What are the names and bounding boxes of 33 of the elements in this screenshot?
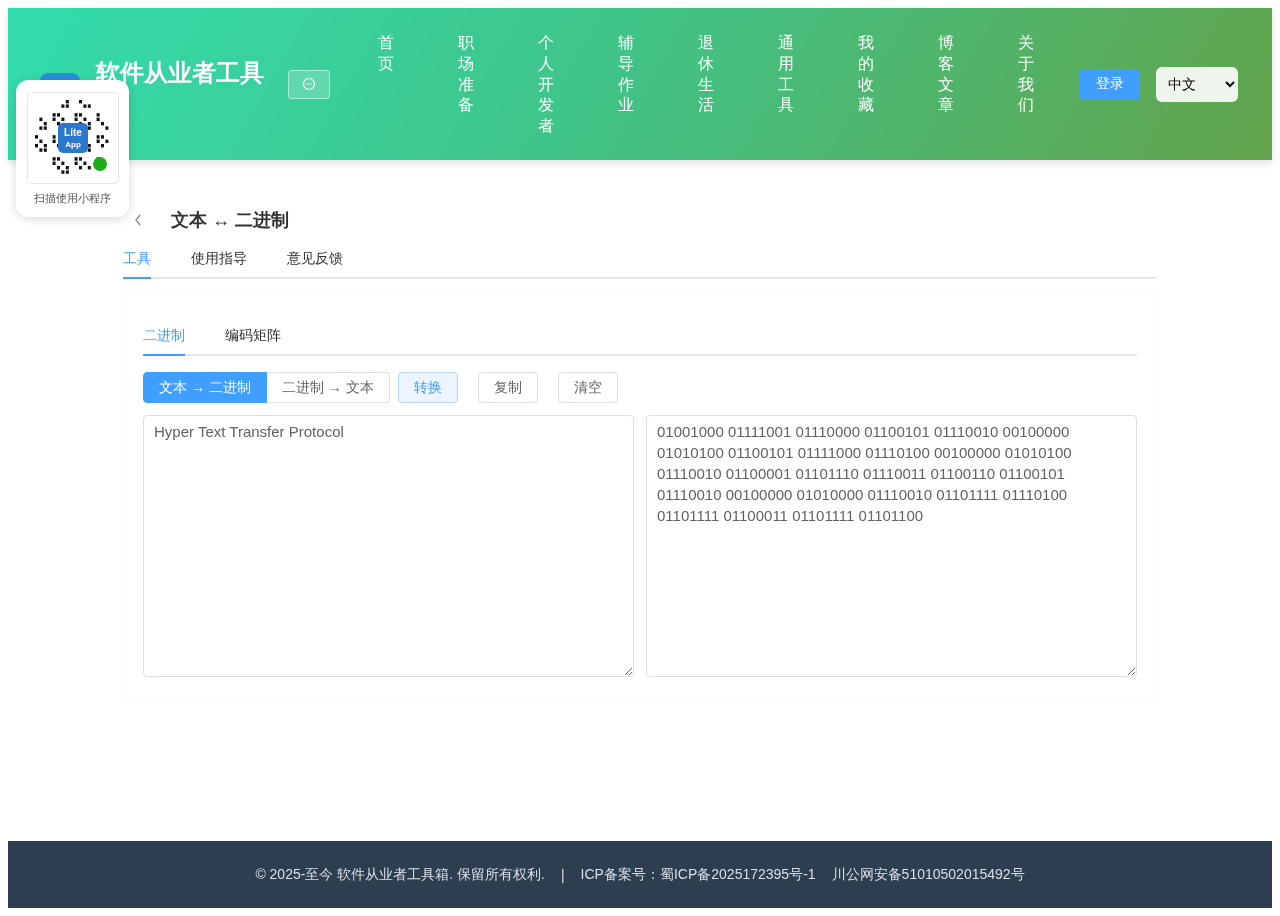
copyright-text: © 2025-至今 软件从业者工具箱. 保留所有权利. <box>255 865 545 884</box>
back-icon[interactable] <box>133 213 143 227</box>
tab[interactable]: 使用指导 <box>191 250 247 279</box>
nav-link[interactable]: 我的收藏 <box>858 33 874 137</box>
convert-button[interactable]: 转换 <box>397 372 458 403</box>
tab[interactable]: 意见反馈 <box>287 250 343 279</box>
nav-link[interactable]: 关于我们 <box>1018 33 1034 137</box>
page-title: 文本 ↔ 二进制 <box>171 209 289 232</box>
mode-button[interactable]: 文本 → 二进制 <box>143 372 267 403</box>
police-link[interactable]: 川公网安备51010502015492号 <box>831 865 1025 884</box>
output-field[interactable]: 01001000 01111001 01110000 01100101 01110010 00100000 01010100 01100101 01111000 01110100 00100000 01010100 01110010 01100001 01101110 01110011 01100110 01100101 01110010 00100000 01010000 01110010 01101111 01110100 01101111 01100011 01101111 01101100 <box>646 415 1137 677</box>
nav-link[interactable]: 辅导作业 <box>618 33 634 137</box>
chat-icon <box>302 77 316 91</box>
separator-text: | <box>560 866 565 883</box>
tab[interactable]: 编码矩阵 <box>225 327 281 356</box>
input-field[interactable]: Hyper Text Transfer Protocol <box>143 415 634 677</box>
mode-button[interactable]: 二进制 → 文本 <box>266 372 390 403</box>
nav-link[interactable]: 职场准备 <box>458 33 474 137</box>
language-select[interactable]: 中文 <box>1156 66 1238 102</box>
nav-link[interactable]: 博客文章 <box>938 33 954 137</box>
nav-link[interactable]: 首页 <box>378 33 394 137</box>
action-button[interactable]: 复制 <box>477 372 538 403</box>
nav-link[interactable]: 个人开发者 <box>538 33 554 137</box>
tab[interactable]: 工具 <box>123 250 151 279</box>
tab[interactable]: 二进制 <box>143 327 185 356</box>
nav-link[interactable]: 通用工具 <box>778 33 794 137</box>
qr-code: Lite App <box>26 92 119 184</box>
icp-link[interactable]: ICP备案号：蜀ICP备2025172395号-1 <box>580 865 816 884</box>
login-button[interactable]: 登录 <box>1080 68 1140 100</box>
chat-button[interactable] <box>288 69 330 99</box>
qr-caption: 扫描使用小程序 <box>34 191 111 206</box>
action-button[interactable]: 清空 <box>557 372 618 403</box>
nav-link[interactable]: 退休生活 <box>698 33 714 137</box>
